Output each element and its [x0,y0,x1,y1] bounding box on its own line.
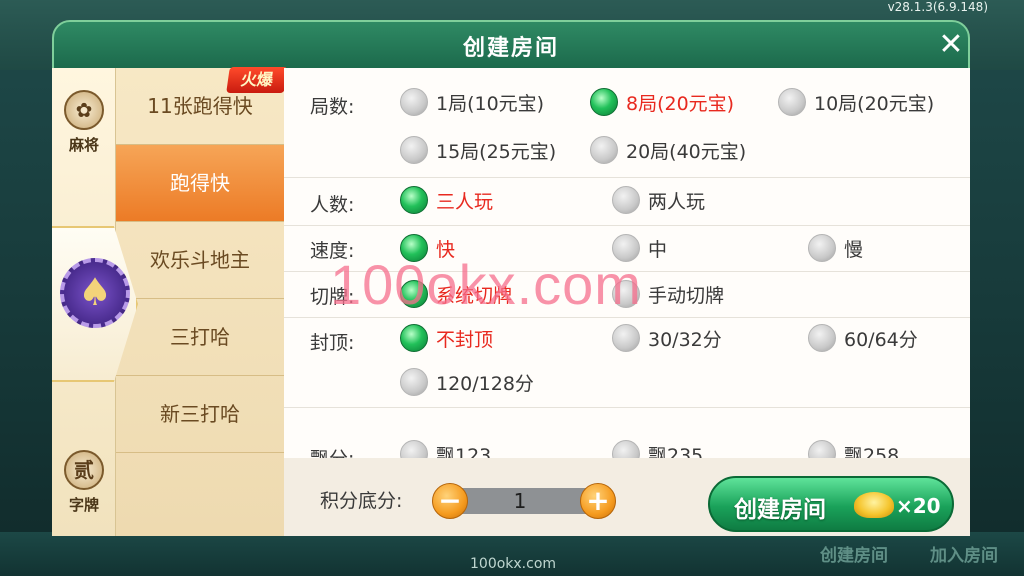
category-label: 麻将 [68,136,99,154]
players-option-three[interactable]: 三人玩 [400,184,493,216]
plus-icon[interactable]: + [586,484,609,517]
rounds-option-1[interactable]: 1局(10元宝) [400,86,544,118]
float-option-258[interactable]: 飘258 [808,438,899,458]
option-row-players: 人数: 三人玩 两人玩 [284,178,970,226]
spade-chip-icon[interactable]: ♠ [60,258,130,328]
cap-option-none[interactable]: 不封顶 [400,322,493,354]
float-option-123[interactable]: 飘123 [400,438,491,458]
float-option-235[interactable]: 飘235 [612,438,703,458]
panel-bottom-bar: 积分底分: 1 − + 创建房间 ×20 [284,458,970,536]
category-label: 字牌 [68,496,99,514]
base-score-value: 1 [513,489,527,513]
rounds-option-10[interactable]: 10局(20元宝) [778,86,934,118]
radio-button[interactable] [400,440,428,458]
mahjong-chip-icon: ✿ [64,90,104,130]
radio-button[interactable] [400,368,428,396]
option-text: 1局(10元宝) [436,92,545,115]
option-row-rounds: 局数: 1局(10元宝) 8局(20元宝) 10局(20元宝) 15局(25元宝… [284,68,970,178]
bg-create-room-text: 创建房间 [820,546,888,566]
minus-icon[interactable]: − [438,484,461,517]
base-score-label: 积分底分: [320,490,403,512]
create-room-cost: ×20 [896,494,941,518]
option-text: 10局(20元宝) [814,92,935,115]
radio-button[interactable] [400,136,428,164]
float-label: 飘分: [310,444,354,458]
radio-button[interactable] [612,440,640,458]
option-text: 飘235 [648,444,704,459]
radio-button-selected[interactable] [400,186,428,214]
watermark-overlay: 100okx.com [330,253,642,316]
cap-label: 封顶: [310,332,355,354]
option-text: 60/64分 [844,328,918,351]
game-item-doudizhu[interactable]: 欢乐斗地主 [116,222,284,299]
option-text: 15局(25元宝) [436,140,557,163]
rounds-label: 局数: [310,96,355,118]
option-row-float: 飘分: 飘123 飘235 飘258 [284,408,970,458]
cap-option-32[interactable]: 30/32分 [612,322,722,354]
option-text: 慢 [844,238,864,261]
option-text: 飘123 [436,444,492,459]
radio-button[interactable] [612,324,640,352]
dialog-title: 创建房间 [462,36,559,61]
close-button[interactable]: ✕ [934,28,968,62]
option-row-cap: 封顶: 不封顶 30/32分 60/64分 120/128分 [284,318,970,408]
players-label: 人数: [310,194,355,216]
game-item-sandaha[interactable]: 三打哈 [116,299,284,376]
create-room-label: 创建房间 [734,497,826,523]
option-text: 飘258 [844,444,900,459]
radio-button[interactable] [778,88,806,116]
option-text: 120/128分 [436,372,534,395]
option-text: 三人玩 [436,190,494,213]
rounds-option-8[interactable]: 8局(20元宝) [590,86,734,118]
radio-button[interactable] [808,440,836,458]
option-text: 8局(20元宝) [626,92,735,115]
option-text: 中 [648,238,668,261]
version-label: v28.1.3(6.9.148) [887,0,988,14]
radio-button[interactable] [612,186,640,214]
create-room-button[interactable]: 创建房间 ×20 [708,476,954,532]
option-text: 30/32分 [648,328,722,351]
cap-option-64[interactable]: 60/64分 [808,322,918,354]
rounds-option-20[interactable]: 20局(40元宝) [590,134,746,166]
category-zipai[interactable]: 贰 字牌 [52,440,116,536]
radio-button[interactable] [808,234,836,262]
game-item-new-sandaha[interactable]: 新三打哈 [116,376,284,453]
option-text: 两人玩 [648,190,706,213]
game-item-paodekuai[interactable]: 跑得快 [116,145,284,222]
gold-ingot-icon [854,492,894,518]
cap-option-128[interactable]: 120/128分 [400,366,534,398]
bg-join-room-text: 加入房间 [930,546,998,566]
game-list: 11张跑得快 跑得快 欢乐斗地主 三打哈 新三打哈 [116,68,284,536]
base-score-stepper[interactable]: 1 [450,488,590,514]
category-mahjong[interactable]: ✿ 麻将 [52,80,116,176]
watermark-bottom: 100okx.com [470,556,557,572]
radio-button[interactable] [400,88,428,116]
speed-option-slow[interactable]: 慢 [808,232,863,264]
radio-button-selected[interactable] [400,324,428,352]
option-text: 手动切牌 [648,284,725,307]
hot-badge: 火爆 [226,67,288,93]
minus-button[interactable]: − [432,483,468,519]
radio-button-selected[interactable] [590,88,618,116]
radio-button[interactable] [590,136,618,164]
close-icon[interactable]: ✕ [938,27,963,62]
option-text: 不封顶 [436,328,494,351]
plus-button[interactable]: + [580,483,616,519]
zipai-chip-icon: 贰 [64,450,104,490]
option-text: 20局(40元宝) [626,140,747,163]
rounds-option-15[interactable]: 15局(25元宝) [400,134,556,166]
radio-button[interactable] [808,324,836,352]
players-option-two[interactable]: 两人玩 [612,184,705,216]
